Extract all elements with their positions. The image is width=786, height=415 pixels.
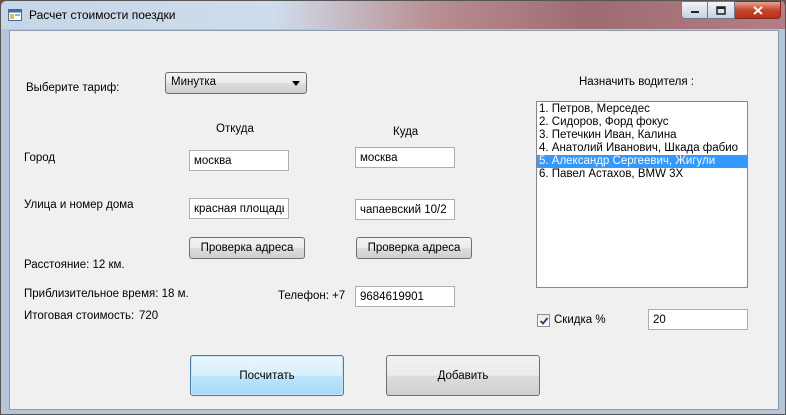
discount-label: Скидка %: [554, 314, 606, 326]
tariff-label: Выберите тариф:: [26, 82, 120, 94]
street-from-input[interactable]: [189, 198, 289, 219]
driver-list-item[interactable]: 2. Сидоров, Форд фокус: [537, 116, 747, 129]
window-title: Расчет стоимости поездки: [29, 8, 176, 22]
maximize-button[interactable]: [708, 1, 735, 19]
add-button[interactable]: Добавить: [386, 355, 540, 396]
total-cost-value: 720: [139, 310, 159, 322]
title-bar[interactable]: Расчет стоимости поездки: [1, 1, 785, 29]
check-address-to-button[interactable]: Проверка адреса: [356, 237, 472, 259]
city-to-input[interactable]: [355, 147, 455, 168]
phone-label: Телефон:: [278, 290, 329, 302]
calculate-button[interactable]: Посчитать: [190, 355, 344, 396]
check-address-from-button[interactable]: Проверка адреса: [189, 237, 305, 259]
driver-list-item[interactable]: 1. Петров, Мерседес: [537, 103, 747, 116]
driver-listbox[interactable]: 1. Петров, Мерседес 2. Сидоров, Форд фоку…: [536, 101, 748, 288]
discount-checkbox[interactable]: [537, 314, 550, 327]
phone-input[interactable]: [355, 286, 455, 307]
street-to-input[interactable]: [355, 199, 455, 220]
tariff-combobox[interactable]: Минутка: [165, 72, 307, 94]
minimize-button[interactable]: [681, 1, 708, 19]
from-column-header: Откуда: [216, 123, 254, 135]
caption-buttons: [681, 1, 781, 21]
app-form-icon: [8, 9, 22, 21]
to-column-header: Куда: [393, 126, 419, 138]
driver-list-item[interactable]: 5. Александр Сергеевич, Жигули: [537, 155, 747, 168]
app-window: Расчет стоимости поездки Выберите тариф:…: [0, 0, 786, 415]
distance-text: Расстояние: 12 км.: [24, 259, 125, 271]
driver-list-item[interactable]: 6. Павел Астахов, BMW 3X: [537, 168, 747, 181]
driver-label: Назначить водителя :: [579, 76, 694, 88]
form-client-area: Выберите тариф: Минутка Откуда Куда Горо…: [9, 30, 779, 410]
driver-list-item[interactable]: 4. Анатолий Иванович, Шкада фабио: [537, 142, 747, 155]
checkmark-icon: [539, 317, 549, 325]
phone-prefix: +7: [332, 290, 346, 302]
minimize-icon: [690, 11, 699, 13]
approx-time-text: Приблизительное время: 18 м.: [24, 288, 189, 300]
maximize-icon: [716, 5, 726, 15]
city-from-input[interactable]: [189, 150, 289, 171]
close-button[interactable]: [735, 1, 781, 19]
driver-list-item[interactable]: 3. Петечкин Иван, Калина: [537, 129, 747, 142]
city-label: Город: [24, 152, 56, 164]
tariff-selected-value: Минутка: [171, 76, 217, 88]
street-label: Улица и номер дома: [24, 199, 134, 211]
close-icon: [752, 5, 763, 15]
discount-input[interactable]: [648, 309, 748, 330]
total-cost-label: Итоговая стоимость:: [24, 310, 135, 322]
chevron-down-icon: [292, 81, 300, 86]
